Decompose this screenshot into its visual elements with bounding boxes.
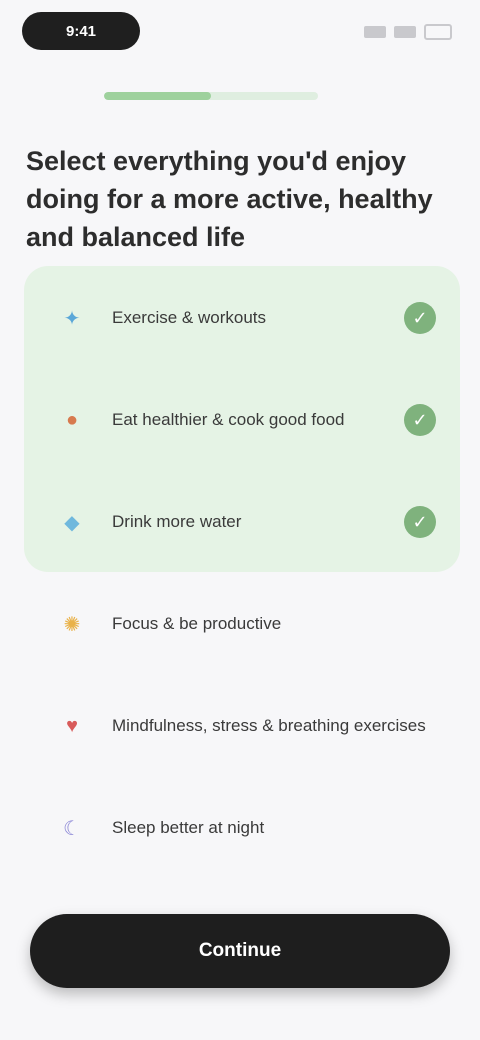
status-bar: 9:41 — [0, 0, 480, 70]
status-time: 9:41 — [22, 12, 140, 50]
progress-bar — [104, 92, 318, 100]
option-label: Eat healthier & cook good food — [112, 410, 345, 429]
option-eat-healthier[interactable]: ● Eat healthier & cook good food ✓ — [24, 374, 460, 466]
status-icons — [364, 22, 452, 42]
sun-icon: ✺ — [63, 613, 81, 636]
wifi-icon — [394, 26, 416, 38]
option-label: Focus & be productive — [112, 614, 282, 633]
option-label: Sleep better at night — [112, 818, 265, 837]
heart-icon: ♥ — [66, 714, 78, 737]
progress-fill — [104, 92, 211, 100]
moon-icon: ☾ — [63, 817, 81, 840]
option-drink-water[interactable]: ◆ Drink more water ✓ — [24, 476, 460, 568]
battery-icon — [424, 24, 452, 40]
check-icon: ✓ — [404, 302, 436, 334]
option-label: Exercise & workouts — [112, 308, 266, 327]
page-title: Select everything you'd enjoy doing for … — [26, 146, 433, 252]
option-label: Drink more water — [112, 512, 242, 531]
check-icon: ✓ — [404, 404, 436, 436]
check-icon: ✓ — [404, 506, 436, 538]
option-focus[interactable]: ✺ Focus & be productive — [24, 578, 460, 670]
signal-icon — [364, 26, 386, 38]
option-sleep[interactable]: ☾ Sleep better at night — [24, 782, 460, 874]
continue-button[interactable]: Continue — [30, 914, 450, 988]
option-mindfulness[interactable]: ♥ Mindfulness, stress & breathing exerci… — [24, 680, 460, 772]
option-exercise[interactable]: ✦ Exercise & workouts ✓ — [24, 272, 460, 364]
food-icon: ● — [65, 408, 79, 431]
water-drop-icon: ◆ — [64, 511, 80, 534]
option-label: Mindfulness, stress & breathing exercise… — [112, 716, 426, 735]
dumbbell-icon: ✦ — [63, 307, 81, 330]
